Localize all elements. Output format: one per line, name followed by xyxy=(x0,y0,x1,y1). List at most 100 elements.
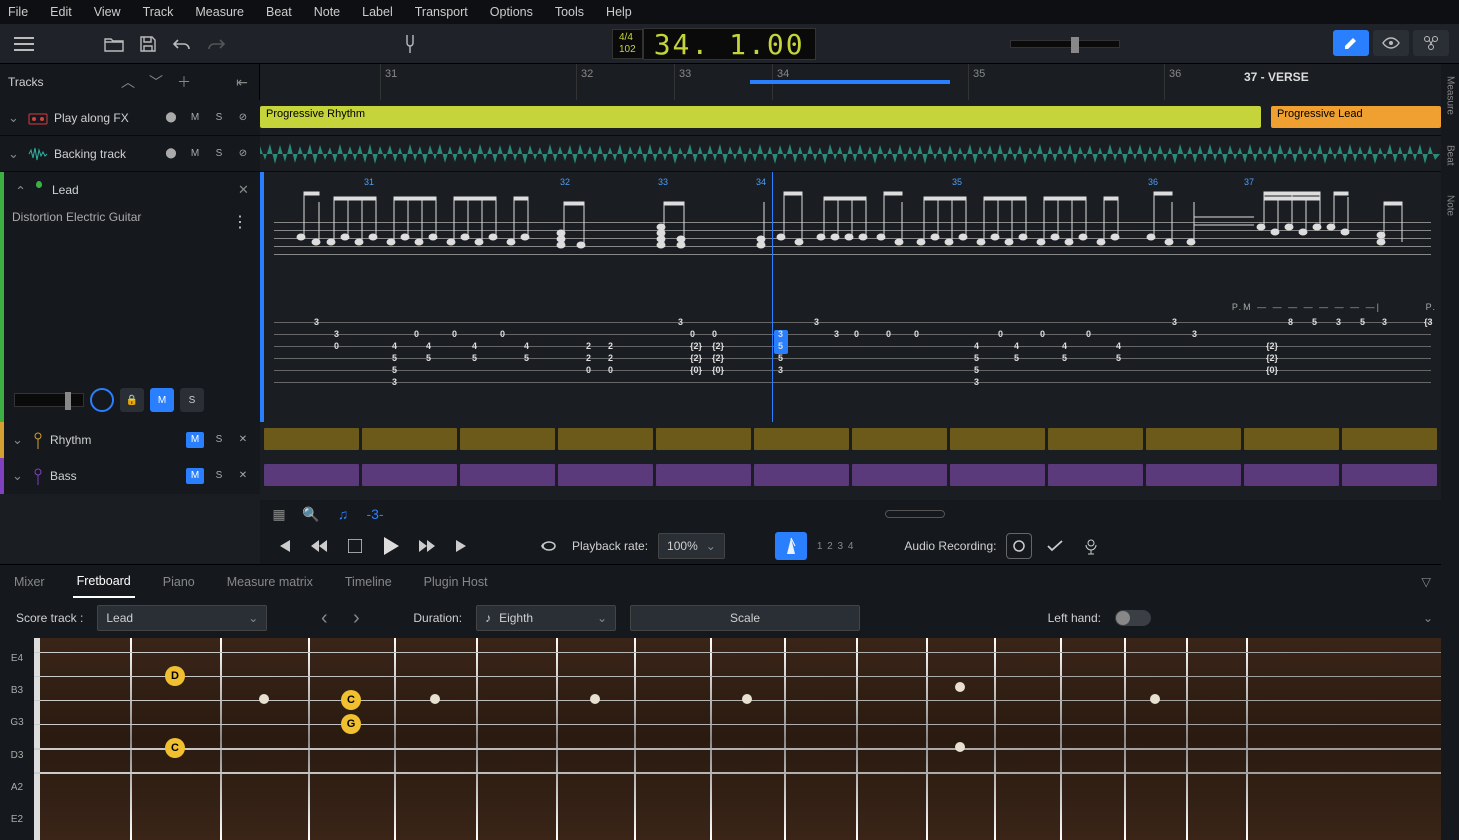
tab-number[interactable]: 3 xyxy=(678,317,683,327)
section-marker[interactable]: 37 - VERSE xyxy=(1244,70,1309,84)
tab-number[interactable]: 5 xyxy=(426,353,431,363)
playhead[interactable] xyxy=(772,172,773,422)
close-icon[interactable]: ✕ xyxy=(234,432,252,448)
forward-button[interactable] xyxy=(414,533,440,559)
tab-number[interactable]: 0 xyxy=(334,341,339,351)
mute-button[interactable]: M xyxy=(150,388,174,412)
guitar-string[interactable] xyxy=(34,652,1441,653)
volume-slider[interactable] xyxy=(14,393,84,407)
tab-number[interactable]: 3 xyxy=(1172,317,1177,327)
tab-number[interactable]: 5 xyxy=(778,341,783,351)
tab-number[interactable]: 0 xyxy=(854,329,859,339)
hide-button[interactable]: ⊘ xyxy=(234,110,252,126)
solo-button[interactable]: S xyxy=(210,468,228,484)
collapse-icon[interactable]: ⌄ xyxy=(12,468,26,484)
tab-number[interactable]: 3 xyxy=(392,377,397,387)
menu-file[interactable]: File xyxy=(8,5,28,19)
edit-mode-button[interactable] xyxy=(1333,30,1369,56)
tab-number[interactable]: {2} xyxy=(690,341,702,351)
metronome-button[interactable] xyxy=(775,532,807,560)
tab-number[interactable]: 0 xyxy=(500,329,505,339)
mute-button[interactable]: M xyxy=(186,432,204,448)
search-icon[interactable]: 🔍 xyxy=(302,505,320,523)
tab-number[interactable]: 3 xyxy=(1382,317,1387,327)
tab-number[interactable]: 0 xyxy=(586,365,591,375)
tab-number[interactable]: 4 xyxy=(1062,341,1067,351)
collapse-icon[interactable]: ⌄ xyxy=(12,182,26,198)
guitar-string[interactable] xyxy=(34,772,1441,774)
tab-number[interactable]: {0} xyxy=(712,365,724,375)
tab-number[interactable]: {2} xyxy=(712,353,724,363)
menu-view[interactable]: View xyxy=(94,5,121,19)
tab-number[interactable]: 0 xyxy=(608,365,613,375)
tab-number[interactable]: 0 xyxy=(690,329,695,339)
fretboard-neck[interactable]: DCGC xyxy=(34,638,1441,840)
tab-number[interactable]: 3 xyxy=(334,329,339,339)
rail-measure[interactable]: Measure xyxy=(1445,76,1456,115)
menu-options[interactable]: Options xyxy=(490,5,533,19)
tab-number[interactable]: 2 xyxy=(608,341,613,351)
tab-number[interactable]: 4 xyxy=(1014,341,1019,351)
audio-waveform[interactable] xyxy=(260,140,1440,168)
solo-button[interactable]: S xyxy=(210,432,228,448)
collapse-tracks-icon[interactable]: ⇤ xyxy=(233,73,251,91)
tab-number[interactable]: 5 xyxy=(1360,317,1365,327)
tab-number[interactable]: 5 xyxy=(1014,353,1019,363)
lock-button[interactable]: 🔒 xyxy=(120,388,144,412)
tab-number[interactable]: 3 xyxy=(834,329,839,339)
rhythm-clips[interactable] xyxy=(260,422,1441,458)
hide-button[interactable]: ⊘ xyxy=(234,146,252,162)
record-button[interactable] xyxy=(1006,533,1032,559)
solo-button[interactable]: S xyxy=(210,110,228,126)
tab-number[interactable]: {0} xyxy=(1266,365,1278,375)
tab-number[interactable]: 2 xyxy=(586,353,591,363)
bass-clips[interactable] xyxy=(260,458,1441,494)
open-file-icon[interactable] xyxy=(100,30,128,58)
save-file-icon[interactable] xyxy=(134,30,162,58)
track-name[interactable]: Play along FX xyxy=(54,111,156,125)
menu-help[interactable]: Help xyxy=(606,5,632,19)
tab-number[interactable]: 0 xyxy=(712,329,717,339)
tuning-fork-icon[interactable] xyxy=(396,30,424,58)
track-name[interactable]: Bass xyxy=(50,469,180,483)
play-button[interactable] xyxy=(378,533,404,559)
tab-number[interactable]: {0} xyxy=(690,365,702,375)
tab-number[interactable]: 5 xyxy=(778,353,783,363)
tab-number[interactable]: 0 xyxy=(886,329,891,339)
rail-note[interactable]: Note xyxy=(1445,195,1456,216)
tab-number[interactable]: 5 xyxy=(392,365,397,375)
tab-number[interactable]: 5 xyxy=(1312,317,1317,327)
tab-number[interactable]: 3 xyxy=(778,329,783,339)
timeline-ruler[interactable]: 31 32 33 34 35 36 37 - VERSE xyxy=(260,64,1441,100)
tab-number[interactable]: {3 xyxy=(1424,317,1433,327)
tab-number[interactable]: 5 xyxy=(974,353,979,363)
tab-number[interactable]: 3 xyxy=(1192,329,1197,339)
close-track-icon[interactable]: ✕ xyxy=(238,182,252,198)
record-arm-button[interactable]: ⬤ xyxy=(162,146,180,162)
tab-number[interactable]: 0 xyxy=(414,329,419,339)
zoom-slider[interactable] xyxy=(1010,40,1120,48)
menu-note[interactable]: Note xyxy=(314,5,340,19)
tab-fretboard[interactable]: Fretboard xyxy=(73,566,135,598)
tab-number[interactable]: 5 xyxy=(1062,353,1067,363)
tab-number[interactable]: 5 xyxy=(1116,353,1121,363)
guitar-string[interactable] xyxy=(34,748,1441,750)
drag-handle[interactable] xyxy=(885,510,945,518)
tab-number[interactable]: 3 xyxy=(814,317,819,327)
tab-number[interactable]: 4 xyxy=(392,341,397,351)
tab-number[interactable]: 5 xyxy=(974,365,979,375)
notation-view[interactable]: 31 32 33 34 35 36 37 xyxy=(260,172,1441,422)
tab-number[interactable]: {2} xyxy=(1266,353,1278,363)
tab-number[interactable]: 4 xyxy=(524,341,529,351)
tab-number[interactable]: {2} xyxy=(1266,341,1278,351)
duration-select[interactable]: ♪Eighth⌄ xyxy=(476,605,616,631)
tab-number[interactable]: 4 xyxy=(472,341,477,351)
score-track-select[interactable]: Lead⌄ xyxy=(97,605,267,631)
tab-number[interactable]: 4 xyxy=(426,341,431,351)
solo-button[interactable]: S xyxy=(210,146,228,162)
next-note-icon[interactable]: › xyxy=(347,609,365,627)
tab-number[interactable]: 8 xyxy=(1288,317,1293,327)
guitar-string[interactable] xyxy=(34,700,1441,701)
tab-number[interactable]: 0 xyxy=(914,329,919,339)
instrument-name[interactable]: Distortion Electric Guitar xyxy=(12,210,252,224)
